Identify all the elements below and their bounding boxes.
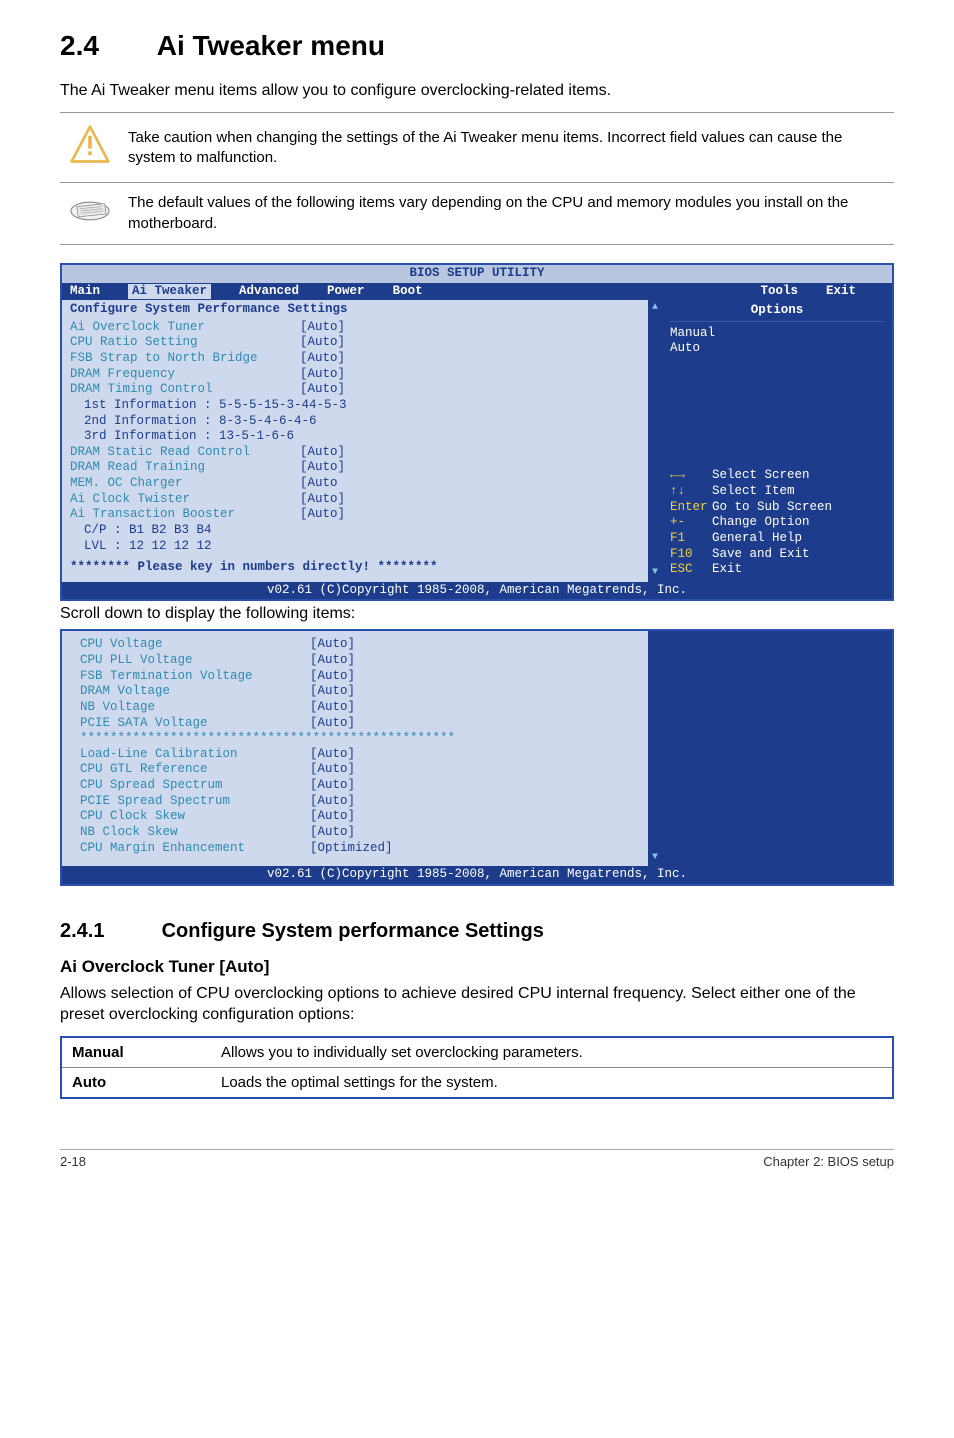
bios-left-pane: Configure System Performance Settings Ai… — [62, 300, 648, 582]
table-row: Manual Allows you to individually set ov… — [61, 1037, 893, 1068]
menu-exit: Exit — [826, 284, 856, 300]
option-text: Allows you to individually set overclock… — [211, 1037, 893, 1068]
bios-right-pane: Options Manual Auto ←→Select Screen ↑↓Se… — [662, 300, 892, 582]
scroll-down-icon: ▼ — [652, 852, 658, 865]
scroll-caption: Scroll down to display the following ite… — [60, 605, 894, 623]
subsection-heading: 2.4.1 Configure System performance Setti… — [60, 920, 894, 943]
chapter-label: Chapter 2: BIOS setup — [763, 1154, 894, 1169]
hint-row: F10Save and Exit — [670, 547, 884, 563]
bios-screenshot-2: CPU Voltage[Auto] CPU PLL Voltage[Auto] … — [60, 629, 894, 885]
bios-separator: ****************************************… — [80, 731, 640, 747]
bios-row: DRAM Static Read Control[Auto] — [70, 445, 640, 461]
bios-footer: v02.61 (C)Copyright 1985-2008, American … — [62, 582, 892, 600]
note-row: The default values of the following item… — [60, 183, 894, 245]
bios-info-line: 1st Information : 5-5-5-15-3-44-5-3 — [70, 398, 640, 414]
bios-row: FSB Termination Voltage[Auto] — [80, 669, 640, 685]
bios-row: NB Clock Skew[Auto] — [80, 825, 640, 841]
bios-row: DRAM Voltage[Auto] — [80, 684, 640, 700]
bios-row: CPU Voltage[Auto] — [80, 637, 640, 653]
bios-row: CPU PLL Voltage[Auto] — [80, 653, 640, 669]
menu-ai-tweaker: Ai Tweaker — [128, 284, 211, 300]
page-number: 2-18 — [60, 1154, 86, 1169]
subsection-number: 2.4.1 — [60, 920, 156, 943]
option-manual: Manual — [670, 326, 884, 342]
bios-row: DRAM Read Training[Auto] — [70, 460, 640, 476]
bios-row: PCIE Spread Spectrum[Auto] — [80, 794, 640, 810]
bios-scrollbar: ▲ ▼ — [648, 300, 662, 582]
bios2-scrollbar: ▼ — [648, 631, 662, 866]
subsection-title: Configure System performance Settings — [162, 920, 544, 942]
caution-text: Take caution when changing the settings … — [120, 113, 894, 183]
arrows-lr-icon: ←→ — [670, 468, 712, 484]
bios2-footer: v02.61 (C)Copyright 1985-2008, American … — [62, 866, 892, 884]
hint-row: +-Change Option — [670, 515, 884, 531]
bios-info-line: 2nd Information : 8-3-5-4-6-4-6 — [70, 414, 640, 430]
menu-boot: Boot — [393, 284, 423, 300]
bios-row: FSB Strap to North Bridge[Auto] — [70, 351, 640, 367]
bios-section-header: Configure System Performance Settings — [70, 302, 640, 320]
hint-row: F1General Help — [670, 531, 884, 547]
bios-row: PCIE SATA Voltage[Auto] — [80, 716, 640, 732]
menu-advanced: Advanced — [239, 284, 299, 300]
bios-row: CPU Spread Spectrum[Auto] — [80, 778, 640, 794]
bios-info-line: 3rd Information : 13-5-1-6-6 — [70, 429, 640, 445]
option-auto: Auto — [670, 341, 884, 357]
table-row: Auto Loads the optimal settings for the … — [61, 1067, 893, 1098]
hint-row: ESCExit — [670, 562, 884, 578]
option-text: Loads the optimal settings for the syste… — [211, 1067, 893, 1098]
note-text: The default values of the following item… — [120, 183, 894, 245]
hint-row: ↑↓Select Item — [670, 484, 884, 500]
page-heading: 2.4 Ai Tweaker menu — [60, 30, 894, 62]
warning-icon — [68, 123, 112, 167]
intro-paragraph: The Ai Tweaker menu items allow you to c… — [60, 80, 894, 102]
bios-row: CPU Margin Enhancement[Optimized] — [80, 841, 640, 857]
bios-menubar: Main Ai Tweaker Advanced Power Boot Tool… — [62, 283, 892, 301]
options-title: Options — [670, 302, 884, 322]
scroll-down-icon: ▼ — [652, 567, 658, 580]
bios-hint-keys: ←→Select Screen ↑↓Select Item EnterGo to… — [670, 468, 884, 577]
page-footer: 2-18 Chapter 2: BIOS setup — [60, 1149, 894, 1169]
menu-power: Power — [327, 284, 365, 300]
scroll-up-icon: ▲ — [652, 302, 658, 315]
item-description: Allows selection of CPU overclocking opt… — [60, 983, 894, 1026]
hint-row: ←→Select Screen — [670, 468, 884, 484]
bios-subline: C/P : B1 B2 B3 B4 — [70, 523, 640, 539]
bios-title: BIOS SETUP UTILITY — [62, 265, 892, 283]
menu-tools: Tools — [760, 284, 798, 300]
bios-row: Load-Line Calibration[Auto] — [80, 747, 640, 763]
notes-table: Take caution when changing the settings … — [60, 112, 894, 245]
bios-row: Ai Transaction Booster[Auto] — [70, 507, 640, 523]
hint-row: EnterGo to Sub Screen — [670, 500, 884, 516]
option-key: Auto — [61, 1067, 211, 1098]
option-key: Manual — [61, 1037, 211, 1068]
bios-prompt: ******** Please key in numbers directly!… — [70, 560, 640, 576]
bios-row: CPU Clock Skew[Auto] — [80, 809, 640, 825]
item-heading: Ai Overclock Tuner [Auto] — [60, 957, 894, 977]
bios-screenshot-1: BIOS SETUP UTILITY Main Ai Tweaker Advan… — [60, 263, 894, 602]
bios2-left-pane: CPU Voltage[Auto] CPU PLL Voltage[Auto] … — [62, 631, 648, 866]
note-icon — [68, 196, 112, 226]
bios-row: DRAM Timing Control[Auto] — [70, 382, 640, 398]
bios-row: DRAM Frequency[Auto] — [70, 367, 640, 383]
bios2-right-pane — [662, 631, 892, 866]
bios-row: CPU GTL Reference[Auto] — [80, 762, 640, 778]
caution-row: Take caution when changing the settings … — [60, 113, 894, 183]
section-title: Ai Tweaker menu — [157, 30, 385, 61]
options-table: Manual Allows you to individually set ov… — [60, 1036, 894, 1099]
menu-main: Main — [70, 284, 100, 300]
section-number: 2.4 — [60, 30, 150, 62]
bios-row: NB Voltage[Auto] — [80, 700, 640, 716]
bios-row: CPU Ratio Setting[Auto] — [70, 335, 640, 351]
arrows-ud-icon: ↑↓ — [670, 484, 712, 500]
bios-row: Ai Clock Twister[Auto] — [70, 492, 640, 508]
bios-row: Ai Overclock Tuner[Auto] — [70, 320, 640, 336]
bios-subline: LVL : 12 12 12 12 — [70, 539, 640, 555]
bios-row: MEM. OC Charger[Auto — [70, 476, 640, 492]
